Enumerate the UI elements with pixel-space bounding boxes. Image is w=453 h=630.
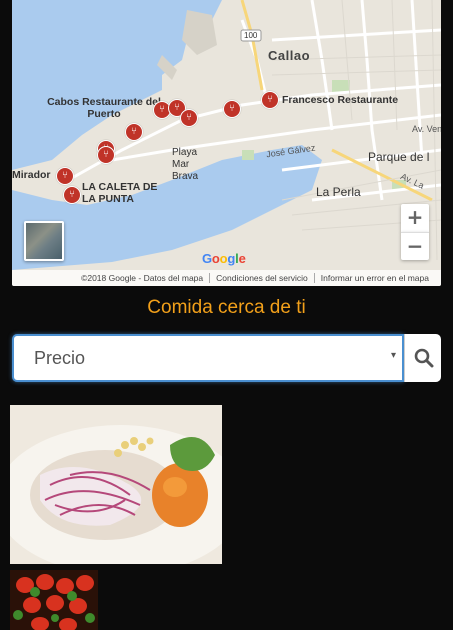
map-attribution: ©2018 Google - Datos del mapa Condicione… (12, 270, 441, 286)
fork-knife-icon: ⑂ (186, 112, 192, 123)
restaurant-pin[interactable]: ⑂ (261, 91, 279, 109)
fork-knife-icon: ⑂ (62, 170, 68, 181)
select-value: Precio (34, 348, 86, 368)
restaurant-pin[interactable]: ⑂ (97, 146, 115, 164)
la-perla-label: La Perla (316, 185, 361, 199)
fork-knife-icon: ⑂ (267, 94, 273, 105)
page-heading: Comida cerca de ti (147, 297, 306, 318)
fork-knife-icon: ⑂ (229, 103, 235, 114)
strawberries-image (10, 570, 98, 630)
google-logo: Google (202, 251, 246, 266)
zoom-out-button[interactable]: − (401, 232, 429, 260)
map[interactable]: 100 Callao Cabos Restaurante del Puerto … (12, 0, 441, 286)
ceviche-image (10, 405, 222, 564)
restaurant-pin[interactable]: ⑂ (125, 123, 143, 141)
restaurant-pin[interactable]: ⑂ (180, 109, 198, 127)
fork-knife-icon: ⑂ (174, 102, 180, 113)
map-tiles (12, 0, 441, 270)
restaurant-pin[interactable]: ⑂ (63, 186, 81, 204)
restaurant-pin[interactable]: ⑂ (223, 100, 241, 118)
search-button[interactable] (404, 334, 441, 382)
report-error-link[interactable]: Informar un error en el mapa (313, 273, 435, 283)
restaurant-pin[interactable]: ⑂ (56, 167, 74, 185)
cabos-label: Cabos Restaurante del Puerto (47, 96, 161, 120)
zoom-in-button[interactable]: + (401, 204, 429, 232)
food-photo-strawberries[interactable] (10, 570, 98, 630)
parque-label: Parque de l (368, 150, 430, 164)
satellite-view-toggle[interactable] (24, 221, 64, 261)
francesco-label: Francesco Restaurante (282, 94, 399, 106)
av-venezuela-label: Av. Vene (412, 124, 441, 134)
fork-knife-icon: ⑂ (103, 149, 109, 160)
food-photo-ceviche[interactable] (10, 405, 222, 564)
price-filter-select[interactable]: Precio ▾ (12, 334, 404, 382)
fork-knife-icon: ⑂ (131, 126, 137, 137)
road-shield: 100 (244, 31, 258, 40)
fork-knife-icon: ⑂ (159, 104, 165, 115)
terms-link[interactable]: Condiciones del servicio (209, 273, 314, 283)
fork-knife-icon: ⑂ (69, 189, 75, 200)
city-label: Callao (268, 48, 311, 63)
playa-label: Playa Mar Brava (172, 147, 199, 182)
chevron-down-icon: ▾ (390, 350, 396, 361)
search-icon (414, 348, 434, 368)
mirador-label: Mirador (12, 169, 51, 181)
caleta-label: LA CALETA DE LA PUNTA (82, 181, 158, 205)
map-data-attribution[interactable]: ©2018 Google - Datos del mapa (75, 273, 209, 283)
